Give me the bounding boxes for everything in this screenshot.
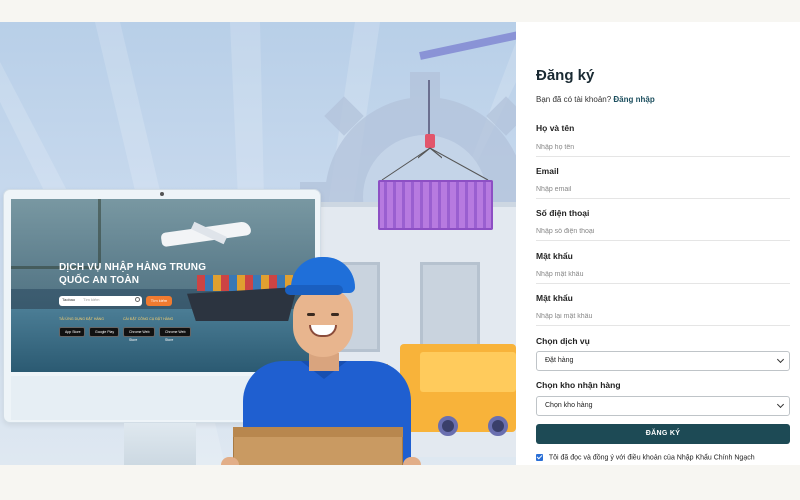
signup-page: DỊCH VỤ NHẬP HÀNG TRUNG QUỐC AN TOÀN Tao…: [0, 0, 800, 500]
confirm-password-label: Mật khẩu: [536, 293, 573, 303]
monitor-stand: [124, 423, 196, 465]
password-label: Mật khẩu: [536, 251, 573, 261]
hero-illustration: DỊCH VỤ NHẬP HÀNG TRUNG QUỐC AN TOÀN Tao…: [0, 22, 516, 465]
phone-label: Số điện thoại: [536, 208, 590, 218]
person-eye: [331, 313, 339, 316]
warehouse-label: Chọn kho nhận hàng: [536, 380, 621, 390]
google-play-badge: Google Play: [89, 327, 119, 337]
truck-wheel: [438, 416, 458, 436]
confirm-password-input[interactable]: [536, 308, 790, 326]
email-input[interactable]: [536, 181, 790, 199]
screen-search-select: Taobao: [62, 297, 76, 302]
login-prompt: Bạn đã có tài khoản? Đăng nhập: [536, 95, 655, 104]
terms-checkbox[interactable]: [536, 454, 543, 461]
screen-search-button: Tìm kiếm: [146, 296, 172, 306]
person-eye: [307, 313, 315, 316]
screen-headline-line1: DỊCH VỤ NHẬP HÀNG TRUNG: [59, 262, 207, 273]
full-name-input[interactable]: [536, 139, 790, 157]
chevron-down-icon: [776, 355, 785, 364]
warehouse-select[interactable]: Chọn kho hàng: [536, 396, 790, 416]
warehouse-door: [420, 262, 480, 352]
screen-app-label: TẢI ỨNG DỤNG ĐẶT HÀNG: [59, 317, 104, 321]
shipping-container: [378, 180, 493, 230]
phone-input[interactable]: [536, 223, 790, 241]
person-hand: [221, 457, 239, 465]
service-select-value: Đặt hàng: [545, 357, 574, 364]
login-link[interactable]: Đăng nhập: [613, 95, 654, 104]
cap-brim: [285, 285, 343, 295]
full-name-label: Họ và tên: [536, 123, 575, 133]
chevron-down-icon: [776, 400, 785, 409]
register-button[interactable]: ĐĂNG KÝ: [536, 424, 790, 444]
app-store-badge: App Store: [59, 327, 85, 337]
password-input[interactable]: [536, 266, 790, 284]
person-hand: [403, 457, 421, 465]
service-label: Chọn dịch vụ: [536, 336, 590, 346]
chrome-store-badge: Chrome Web Store: [123, 327, 155, 342]
cardboard-box-flap: [233, 427, 403, 437]
search-icon: [135, 297, 140, 302]
warehouse-select-value: Chọn kho hàng: [545, 402, 593, 409]
login-prompt-text: Bạn đã có tài khoản?: [536, 95, 612, 104]
form-title: Đăng ký: [536, 67, 595, 84]
registration-form: Đăng ký Bạn đã có tài khoản? Đăng nhập H…: [516, 22, 800, 465]
screen-crane: [11, 199, 101, 269]
monitor-camera: [160, 192, 164, 196]
screen-search-placeholder: Tìm kiếm: [83, 297, 100, 302]
crane-cable: [428, 80, 430, 140]
truck-cargo: [420, 352, 516, 392]
crane-ropes: [381, 148, 489, 181]
terms-row: Tôi đã đọc và đồng ý với điều khoản của …: [536, 454, 755, 461]
terms-text: Tôi đã đọc và đồng ý với điều khoản của …: [548, 454, 755, 462]
screen-ext-label: CÀI ĐẶT CÔNG CỤ ĐẶT HÀNG: [123, 317, 174, 321]
screen-headline: DỊCH VỤ NHẬP HÀNG TRUNG QUỐC AN TOÀN: [59, 261, 209, 287]
email-label: Email: [536, 166, 559, 176]
screen-headline-line2: QUỐC AN TOÀN: [59, 275, 140, 286]
delivery-person: [221, 257, 425, 465]
service-select[interactable]: Đặt hàng: [536, 351, 790, 371]
person-face: [293, 287, 353, 357]
chrome-store-badge: Chrome Web Store: [159, 327, 191, 342]
truck-wheel: [488, 416, 508, 436]
